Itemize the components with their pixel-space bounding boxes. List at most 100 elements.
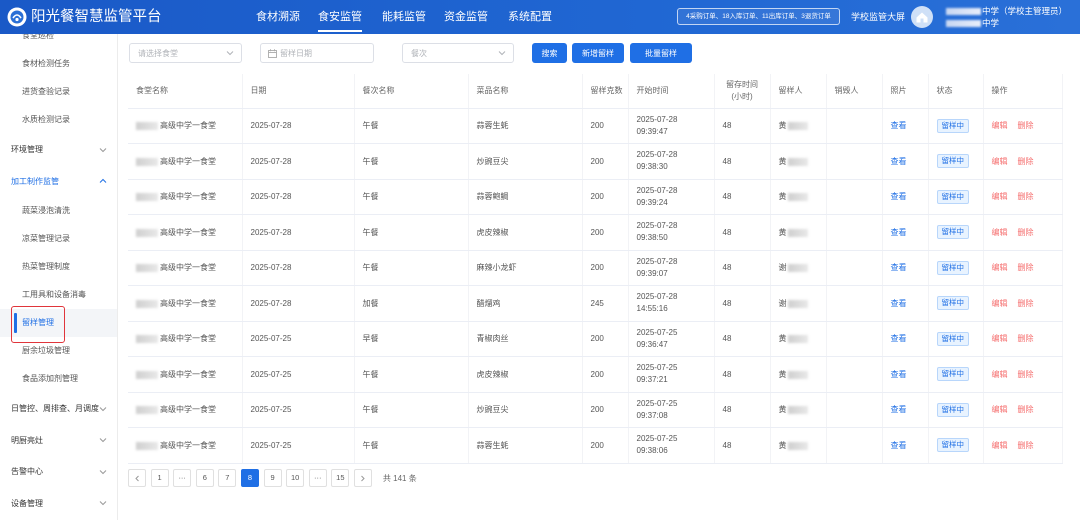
delete-link[interactable]: 删除 [1018, 121, 1034, 130]
sidebar-group[interactable]: 设备管理 [0, 488, 117, 520]
column-header-dish: 菜品名称 [468, 74, 583, 109]
sidebar-group[interactable]: 环境管理 [0, 134, 117, 166]
delete-link[interactable]: 删除 [1018, 263, 1034, 272]
page-button-7[interactable]: 7 [218, 469, 237, 487]
start-date: 2025-07-28 [636, 150, 678, 160]
cell-actions: 编辑 删除 [983, 285, 1063, 322]
status-badge: 留样中 [936, 189, 969, 204]
cell-actions: 编辑 删除 [983, 250, 1063, 286]
sidebar-group[interactable]: 明厨亮灶 [0, 425, 117, 457]
cell-start-time: 2025-07-28 09:39:24 [628, 179, 715, 215]
view-photo-link[interactable]: 查看 [891, 441, 907, 450]
sidebar-item[interactable]: 食堂巡检 [0, 34, 117, 50]
sidebar-item[interactable]: 厨余垃圾管理 [0, 337, 117, 365]
next-page-button[interactable] [353, 469, 372, 487]
nav-food-traceability[interactable]: 食材溯源 [256, 9, 300, 25]
edit-link[interactable]: 编辑 [992, 441, 1008, 450]
page-ellipsis[interactable]: ··· [308, 469, 327, 487]
cell-photo: 查看 [882, 321, 929, 357]
sidebar-item[interactable]: 食材检测任务 [0, 50, 117, 78]
view-photo-link[interactable]: 查看 [891, 157, 907, 166]
cell-destroyer [826, 214, 883, 251]
start-date: 2025-07-25 [636, 434, 678, 444]
delete-link[interactable]: 删除 [1018, 370, 1034, 379]
sidebar-group[interactable]: 日管控、周排查、月调度 [0, 393, 117, 425]
edit-link[interactable]: 编辑 [992, 157, 1008, 166]
edit-link[interactable]: 编辑 [992, 228, 1008, 237]
dashboard-link[interactable]: 学校监管大屏 [851, 11, 905, 23]
meal-select[interactable] [402, 43, 514, 63]
view-photo-link[interactable]: 查看 [891, 370, 907, 379]
sidebar-item[interactable]: 留样管理 [0, 309, 117, 337]
view-photo-link[interactable]: 查看 [891, 299, 907, 308]
add-sample-button[interactable]: 新增留样 [572, 43, 624, 63]
redacted-text [787, 299, 808, 308]
search-button[interactable]: 搜索 [532, 43, 567, 63]
page-button-15[interactable]: 15 [331, 469, 350, 487]
view-photo-link[interactable]: 查看 [891, 121, 907, 130]
sidebar-item[interactable]: 食品添加剂管理 [0, 365, 117, 393]
table-header-row: 食堂名称 日期 餐次名称 菜品名称 留样克数 开始时间 留存时间 (小时) 留样… [128, 74, 1063, 109]
sample-date-input[interactable] [261, 44, 373, 62]
nav-energy[interactable]: 能耗监管 [382, 9, 426, 25]
sidebar-item[interactable]: 工用具和设备消毒 [0, 281, 117, 309]
sampler-name: 黄 [778, 334, 787, 344]
cell-dish: 蒜蓉生蚝 [468, 108, 583, 144]
sampler-name: 谢 [778, 298, 787, 308]
sample-date-picker[interactable] [260, 43, 374, 63]
sidebar-item[interactable]: 凉菜管理记录 [0, 225, 117, 253]
sidebar-item[interactable]: 进货查验记录 [0, 78, 117, 106]
edit-link[interactable]: 编辑 [992, 370, 1008, 379]
avatar[interactable] [911, 6, 933, 28]
sidebar-group[interactable]: 加工制作监管 [0, 166, 117, 198]
cell-photo: 查看 [882, 108, 929, 144]
cell-status: 留样中 [928, 250, 984, 286]
delete-link[interactable]: 删除 [1018, 441, 1034, 450]
page-ellipsis[interactable]: ··· [173, 469, 192, 487]
nav-funds[interactable]: 资金监管 [444, 9, 488, 25]
page-button-10[interactable]: 10 [286, 469, 305, 487]
view-photo-link[interactable]: 查看 [891, 334, 907, 343]
page-button-8[interactable]: 8 [240, 469, 259, 487]
cell-grams: 200 [582, 321, 629, 357]
table-row: 高级中学一食堂 2025-07-25 午餐 虎皮辣椒 200 2025-07-25 09:3… [128, 356, 1063, 393]
view-photo-link[interactable]: 查看 [891, 192, 907, 201]
edit-link[interactable]: 编辑 [992, 263, 1008, 272]
edit-link[interactable]: 编辑 [992, 334, 1008, 343]
sidebar-item[interactable]: 水质检测记录 [0, 106, 117, 134]
delete-link[interactable]: 删除 [1018, 192, 1034, 201]
cell-canteen: 高级中学一食堂 [128, 392, 243, 428]
delete-link[interactable]: 删除 [1018, 228, 1034, 237]
sidebar-item[interactable]: 蔬菜浸泡清洗 [0, 197, 117, 225]
cell-duration: 48 [714, 392, 771, 428]
nav-system-config[interactable]: 系统配置 [508, 9, 552, 25]
nav-food-safety[interactable]: 食安监管 [318, 9, 362, 32]
cell-status: 留样中 [928, 214, 984, 251]
meal-select-input[interactable] [403, 44, 513, 62]
delete-link[interactable]: 删除 [1018, 405, 1034, 414]
start-date: 2025-07-28 [636, 221, 678, 231]
view-photo-link[interactable]: 查看 [891, 228, 907, 237]
batch-sample-button[interactable]: 批量留样 [630, 43, 692, 63]
canteen-name: 高级中学一食堂 [160, 369, 216, 379]
order-summary-badge[interactable]: 4采购订单、18入库订单、11出库订单、3退货订单 [677, 8, 840, 25]
page-button-6[interactable]: 6 [195, 469, 214, 487]
edit-link[interactable]: 编辑 [992, 192, 1008, 201]
page-button-1[interactable]: 1 [150, 469, 169, 487]
edit-link[interactable]: 编辑 [992, 405, 1008, 414]
page-button-9[interactable]: 9 [263, 469, 282, 487]
prev-page-button[interactable] [128, 469, 146, 487]
delete-link[interactable]: 删除 [1018, 334, 1034, 343]
canteen-select-input[interactable] [130, 44, 241, 62]
chevron-down-icon [99, 436, 107, 444]
cell-photo: 查看 [882, 143, 929, 180]
view-photo-link[interactable]: 查看 [891, 263, 907, 272]
view-photo-link[interactable]: 查看 [891, 405, 907, 414]
edit-link[interactable]: 编辑 [992, 121, 1008, 130]
delete-link[interactable]: 删除 [1018, 157, 1034, 166]
canteen-select[interactable] [129, 43, 242, 63]
edit-link[interactable]: 编辑 [992, 299, 1008, 308]
sidebar-group[interactable]: 告警中心 [0, 456, 117, 488]
sidebar-item[interactable]: 热菜管理制度 [0, 253, 117, 281]
delete-link[interactable]: 删除 [1018, 299, 1034, 308]
